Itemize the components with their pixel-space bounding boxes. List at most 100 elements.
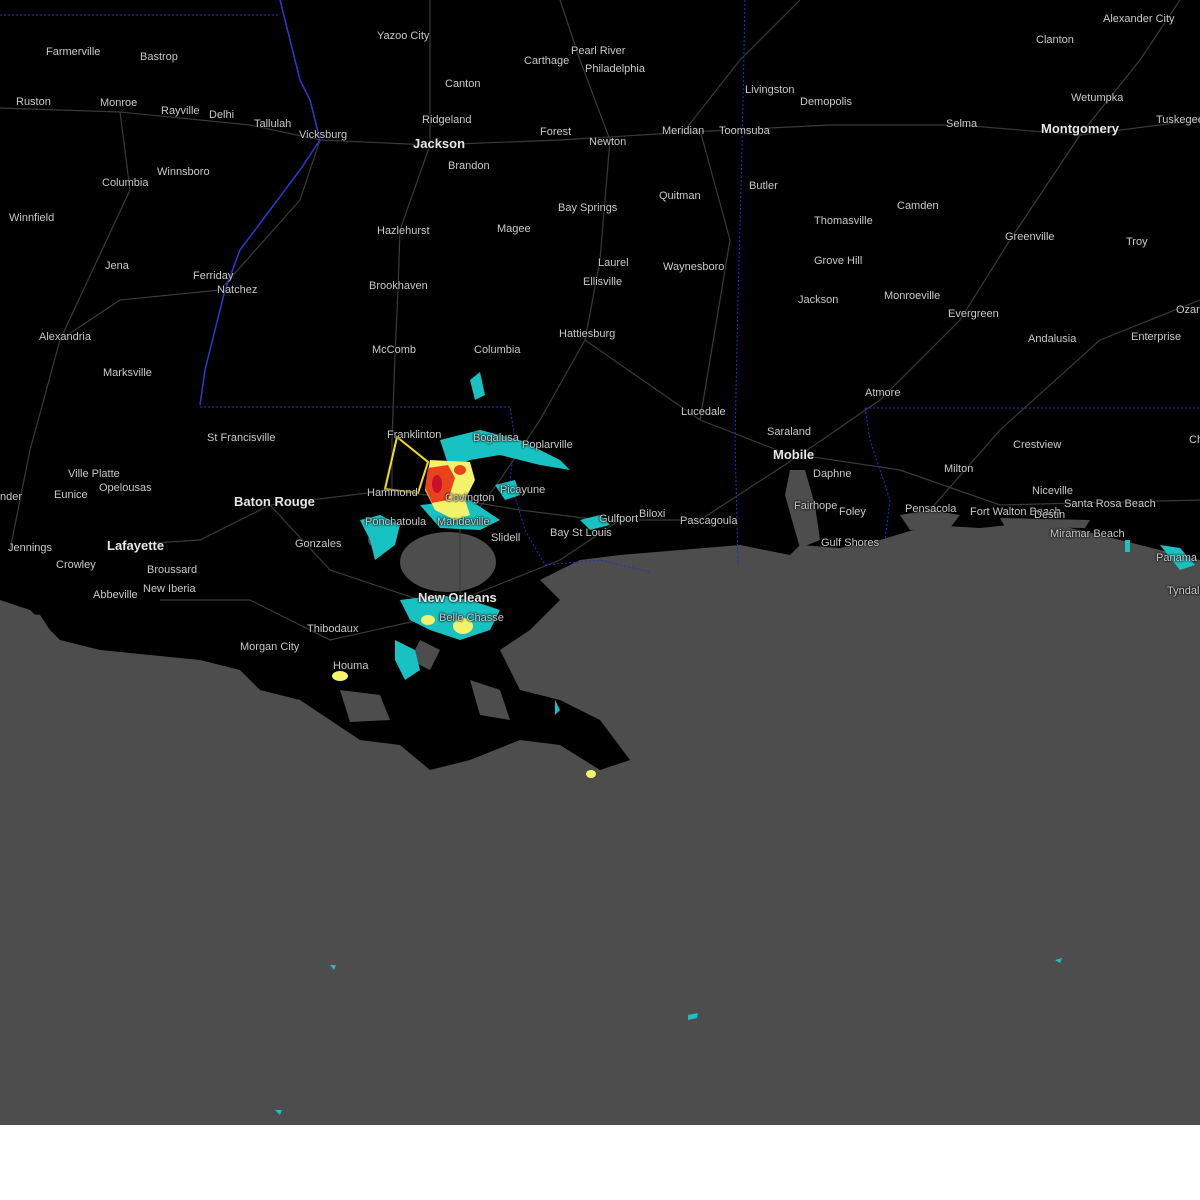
city-label: Biloxi (639, 508, 666, 520)
city-label: Winnfield (9, 212, 55, 224)
city-label: Panama (1156, 552, 1197, 564)
city-label: Laurel (598, 257, 629, 269)
city-label: Tallulah (254, 118, 292, 130)
city-label: Miramar Beach (1050, 528, 1125, 540)
city-label: New Iberia (143, 583, 196, 595)
city-label: Gulf Shores (821, 537, 880, 549)
city-label: Toomsuba (719, 125, 770, 137)
city-label: Pascagoula (680, 515, 738, 527)
city-label: Atmore (865, 387, 901, 399)
city-label: Hazlehurst (377, 225, 430, 237)
city-label: Monroe (100, 97, 138, 109)
city-label: Slidell (491, 532, 521, 544)
city-label: Jackson (798, 294, 839, 306)
city-label: Montgomery (1041, 121, 1119, 136)
city-label: Lafayette (107, 538, 165, 553)
radar-map[interactable]: Farmerville Bastrop Yazoo City Carthage … (0, 0, 1200, 1125)
city-label: Baton Rouge (234, 494, 315, 509)
city-label: Ch (1189, 434, 1200, 446)
city-label: Greenville (1005, 231, 1055, 243)
city-label: Natchez (217, 284, 258, 296)
city-label: Newton (589, 136, 627, 148)
city-label: Brookhaven (369, 280, 428, 292)
city-label: Waynesboro (663, 261, 725, 273)
city-label: St Francisville (207, 432, 276, 444)
city-label: Forest (540, 126, 572, 138)
city-label: Columbia (102, 177, 149, 189)
city-label: Gonzales (295, 538, 342, 550)
city-label: Crestview (1013, 439, 1062, 451)
city-label: Broussard (147, 564, 198, 576)
city-label: Hammond (367, 487, 418, 499)
gulf-of-mexico (0, 522, 1200, 1125)
city-label: Lucedale (681, 406, 726, 418)
city-label: Canton (445, 78, 481, 90)
city-label: Saraland (767, 426, 812, 438)
city-label: Abbeville (93, 589, 138, 601)
city-label: Alexander City (1103, 13, 1175, 25)
city-label: Meridian (662, 125, 705, 137)
city-label: Franklinton (387, 429, 442, 441)
city-label: Bay Springs (558, 202, 618, 214)
city-label: New Orleans (418, 590, 497, 605)
city-label: Houma (333, 660, 369, 672)
city-label: Morgan City (240, 641, 300, 653)
city-label: Rayville (161, 105, 200, 117)
city-label: Magee (497, 223, 531, 235)
city-label: Niceville (1032, 485, 1073, 497)
lake-pontchartrain (400, 532, 496, 592)
city-label: Daphne (813, 468, 852, 480)
city-label: Tyndall (1167, 585, 1200, 597)
city-label: Camden (897, 200, 939, 212)
city-label: Tuskegee (1156, 114, 1200, 126)
city-label: Demopolis (800, 96, 852, 108)
city-label: Ponchatoula (365, 516, 427, 528)
city-label: Jackson (413, 136, 466, 151)
city-label: Jena (105, 260, 129, 272)
city-label: Troy (1126, 236, 1148, 248)
city-label: Thibodaux (307, 623, 359, 635)
city-label: Carthage (524, 55, 570, 67)
city-label: Farmerville (46, 46, 101, 58)
city-label: Ozark (1176, 304, 1200, 316)
city-label: Opelousas (99, 482, 152, 494)
city-label: Andalusia (1028, 333, 1077, 345)
city-label: Thomasville (814, 215, 873, 227)
city-label: Marksville (103, 367, 152, 379)
city-label: Ellisville (583, 276, 623, 288)
city-label: Poplarville (522, 439, 573, 451)
city-label: Gulfport (599, 513, 639, 525)
city-label: Belle Chasse (439, 612, 504, 624)
city-label: Ferriday (193, 270, 234, 282)
city-label: Mandeville (437, 516, 490, 528)
city-label: Alexandria (39, 331, 91, 343)
city-label: Ridgeland (422, 114, 472, 126)
city-label: Livingston (745, 84, 795, 96)
city-label: Butler (749, 180, 778, 192)
mississippi-river (199, 0, 321, 406)
city-label: Grove Hill (814, 255, 863, 267)
footer-blank (0, 1125, 1200, 1200)
city-label: Delhi (209, 109, 235, 121)
city-label: Pensacola (905, 503, 957, 515)
city-label: Foley (839, 506, 866, 518)
city-label: Vicksburg (299, 129, 348, 141)
city-label: Clanton (1036, 34, 1074, 46)
city-label: Yazoo City (377, 30, 430, 42)
radar-extreme-returns (432, 475, 442, 493)
city-label: Picayune (500, 484, 546, 496)
city-label: nder (0, 491, 23, 503)
city-label: Eunice (54, 489, 88, 501)
city-label: Destin (1034, 509, 1066, 521)
city-label: Milton (944, 463, 974, 475)
city-label: Crowley (56, 559, 96, 571)
city-label: Santa Rosa Beach (1064, 498, 1156, 510)
city-label: Enterprise (1131, 331, 1182, 343)
city-label: Pearl River (571, 45, 626, 57)
city-label: Ruston (16, 96, 51, 108)
city-label: Covington (445, 492, 495, 504)
city-label: Mobile (773, 447, 815, 462)
city-label: McComb (372, 344, 417, 356)
city-label: Bastrop (140, 51, 178, 63)
city-label: Fairhope (794, 500, 838, 512)
